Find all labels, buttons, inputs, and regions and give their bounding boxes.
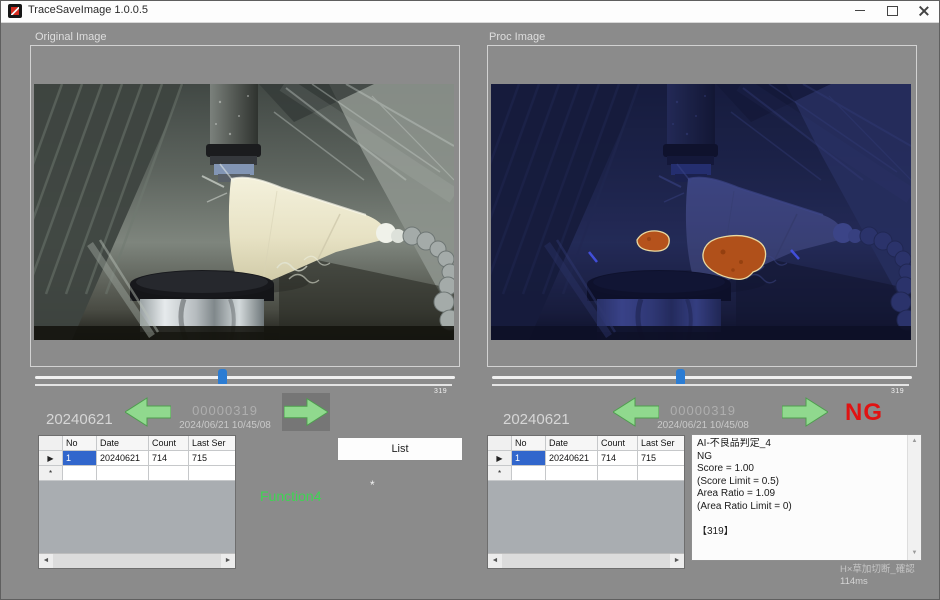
- cell-no[interactable]: 1: [63, 451, 97, 466]
- right-slider-value: 319: [891, 388, 904, 395]
- cell-count[interactable]: 714: [598, 451, 638, 466]
- ai-result-text: AI-不良品判定_4 NG Score = 1.00 (Score Limit …: [697, 438, 905, 538]
- right-counter-block: 00000319 2024/06/21 10/45/08: [648, 403, 758, 431]
- proc-image: [491, 84, 911, 340]
- scroll-down-icon[interactable]: ▼: [908, 547, 921, 560]
- right-progress-line: [492, 384, 909, 386]
- left-next-button[interactable]: [282, 393, 330, 431]
- list-button[interactable]: List: [337, 437, 463, 461]
- left-prev-button[interactable]: [125, 397, 171, 427]
- scroll-right-icon[interactable]: ►: [670, 554, 684, 568]
- left-counter-block: 00000319 2024/06/21 10/45/08: [170, 403, 280, 431]
- table-new-row[interactable]: *: [488, 466, 684, 481]
- app-icon: [8, 4, 22, 18]
- current-row-icon: ▶: [496, 454, 502, 463]
- close-icon: [919, 6, 929, 16]
- cell-no[interactable]: 1: [512, 451, 546, 466]
- result-line: NG: [697, 451, 905, 464]
- original-image-label: Original Image: [35, 31, 107, 43]
- new-row-icon: *: [498, 469, 501, 478]
- right-data-grid[interactable]: No Date Count Last Ser ▶ 1 20240621 714 …: [487, 435, 685, 569]
- proc-image-panel: [487, 45, 917, 367]
- grid-header-row: No Date Count Last Ser: [39, 436, 235, 451]
- minimize-icon: [855, 10, 865, 11]
- result-line: Area Ratio = 1.09: [697, 488, 905, 501]
- table-row[interactable]: ▶ 1 20240621 714 715: [488, 451, 684, 466]
- col-header-lastser[interactable]: Last Ser: [638, 436, 684, 451]
- maximize-button[interactable]: [876, 0, 908, 21]
- result-line: 【319】: [697, 526, 905, 539]
- grid-header-row: No Date Count Last Ser: [488, 436, 684, 451]
- col-header-date[interactable]: Date: [546, 436, 598, 451]
- scroll-left-icon[interactable]: ◄: [488, 554, 502, 568]
- mode-label: H×草加切断_確認: [840, 564, 935, 576]
- left-progress-line: [35, 384, 452, 386]
- table-row[interactable]: ▶ 1 20240621 714 715: [39, 451, 235, 466]
- left-slider-value: 319: [434, 388, 447, 395]
- right-timestamp: 2024/06/21 10/45/08: [648, 420, 758, 431]
- left-data-grid[interactable]: No Date Count Last Ser ▶ 1 20240621 714 …: [38, 435, 236, 569]
- cell-date[interactable]: 20240621: [97, 451, 149, 466]
- result-line: (Area Ratio Limit = 0): [697, 501, 905, 514]
- right-image-counter: 00000319: [648, 403, 758, 418]
- grid-corner-cell[interactable]: [39, 436, 63, 451]
- result-line: [697, 513, 905, 526]
- original-image-panel: [30, 45, 460, 367]
- grid-corner-cell[interactable]: [488, 436, 512, 451]
- table-new-row[interactable]: *: [39, 466, 235, 481]
- left-slider-track: [35, 376, 455, 379]
- minimize-button[interactable]: [844, 0, 876, 21]
- proc-image-label: Proc Image: [489, 31, 545, 43]
- col-header-count[interactable]: Count: [598, 436, 638, 451]
- col-header-no[interactable]: No: [512, 436, 546, 451]
- right-next-button[interactable]: [782, 397, 828, 427]
- process-time-label: 114ms: [840, 576, 935, 588]
- left-date-label: 20240621: [46, 411, 113, 428]
- result-vscrollbar[interactable]: ▲ ▼: [907, 435, 921, 560]
- col-header-date[interactable]: Date: [97, 436, 149, 451]
- cell-lastser[interactable]: 715: [189, 451, 235, 466]
- ai-result-textbox[interactable]: AI-不良品判定_4 NG Score = 1.00 (Score Limit …: [691, 434, 922, 561]
- new-row-icon: *: [49, 469, 52, 478]
- right-arrow-icon: [284, 397, 328, 427]
- right-date-label: 20240621: [503, 411, 570, 428]
- close-button[interactable]: [908, 0, 940, 21]
- col-header-lastser[interactable]: Last Ser: [189, 436, 235, 451]
- status-block: H×草加切断_確認 114ms: [840, 564, 935, 588]
- scroll-up-icon[interactable]: ▲: [908, 435, 921, 448]
- cell-date[interactable]: 20240621: [546, 451, 598, 466]
- result-line: Score = 1.00: [697, 463, 905, 476]
- maximize-icon: [887, 6, 898, 16]
- result-line: AI-不良品判定_4: [697, 438, 905, 451]
- original-image: [34, 84, 454, 340]
- ng-badge: NG: [845, 399, 883, 427]
- scroll-left-icon[interactable]: ◄: [39, 554, 53, 568]
- cell-count[interactable]: 714: [149, 451, 189, 466]
- defect-region-small: [637, 231, 669, 251]
- title-bar[interactable]: TraceSaveImage 1.0.0.5: [0, 0, 940, 23]
- current-row-icon: ▶: [47, 454, 53, 463]
- function4-label: Function4: [260, 488, 321, 504]
- window-title: TraceSaveImage 1.0.0.5: [28, 4, 148, 16]
- scroll-right-icon[interactable]: ►: [221, 554, 235, 568]
- col-header-count[interactable]: Count: [149, 436, 189, 451]
- left-image-counter: 00000319: [170, 403, 280, 418]
- right-slider-track: [492, 376, 912, 379]
- left-grid-hscrollbar[interactable]: ◄ ►: [39, 553, 235, 568]
- right-grid-hscrollbar[interactable]: ◄ ►: [488, 553, 684, 568]
- cell-lastser[interactable]: 715: [638, 451, 684, 466]
- asterisk-label: *: [370, 478, 375, 492]
- col-header-no[interactable]: No: [63, 436, 97, 451]
- left-timestamp: 2024/06/21 10/45/08: [170, 420, 280, 431]
- result-line: (Score Limit = 0.5): [697, 476, 905, 489]
